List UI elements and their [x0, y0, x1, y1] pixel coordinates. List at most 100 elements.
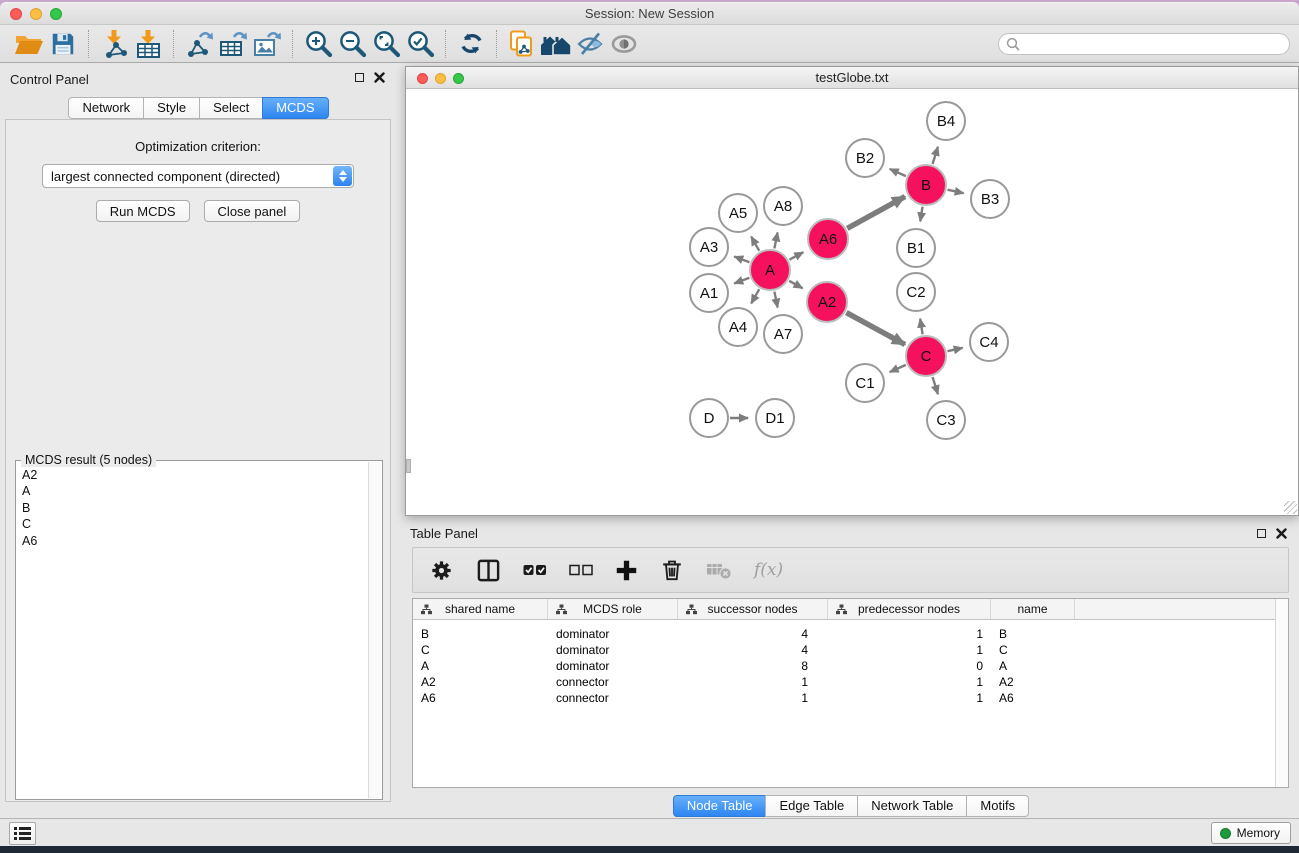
column-header-name[interactable]: name — [991, 599, 1075, 619]
trash-icon — [660, 557, 684, 583]
search-input[interactable] — [1021, 35, 1289, 53]
table-row-b[interactable]: Bdominator41B — [413, 626, 1288, 642]
deselect-all-columns-button[interactable] — [569, 564, 593, 576]
window-resize-grip[interactable] — [1284, 501, 1297, 514]
graph-node-A6[interactable]: A6 — [808, 219, 848, 259]
home-view-button[interactable] — [539, 28, 573, 60]
mcds-result-item[interactable]: A2 — [18, 467, 366, 483]
graph-node-B2[interactable]: B2 — [846, 139, 884, 177]
column-type-icon — [836, 604, 847, 615]
export-network-button[interactable] — [182, 28, 216, 60]
right-side: testGlobe.txt B4B2BB3A8A5A6A3B1AA1C2A2A4… — [397, 64, 1299, 818]
graph-node-A[interactable]: A — [750, 250, 790, 290]
table-tab-node-table[interactable]: Node Table — [673, 795, 767, 817]
graph-node-A7[interactable]: A7 — [764, 315, 802, 353]
mcds-buttons: Run MCDS Close panel — [6, 200, 390, 222]
split-table-button[interactable] — [476, 558, 501, 583]
save-session-button[interactable] — [46, 28, 80, 60]
mcds-result-item[interactable]: C — [18, 516, 366, 532]
graph-node-D[interactable]: D — [690, 399, 728, 437]
open-session-button[interactable] — [12, 28, 46, 60]
zoom-in-button[interactable] — [301, 28, 335, 60]
show-graphics-details-button[interactable] — [607, 28, 641, 60]
graph-node-label: A5 — [729, 205, 747, 222]
graph-node-A4[interactable]: A4 — [719, 308, 757, 346]
mcds-result-item[interactable]: A — [18, 483, 366, 499]
graph-node-C[interactable]: C — [906, 336, 946, 376]
graph-node-A2[interactable]: A2 — [807, 282, 847, 322]
tab-network[interactable]: Network — [68, 97, 144, 119]
hide-graphics-details-button[interactable] — [573, 28, 607, 60]
table-row-a6[interactable]: A6connector11A6 — [413, 690, 1288, 706]
table-scrollbar[interactable] — [1275, 599, 1288, 787]
export-image-button[interactable] — [250, 28, 284, 60]
graph-node-A5[interactable]: A5 — [719, 194, 757, 232]
table-tab-network-table[interactable]: Network Table — [857, 795, 967, 817]
mcds-result-item[interactable]: B — [18, 500, 366, 516]
column-header-mcds-role[interactable]: MCDS role — [548, 599, 678, 619]
graph-node-A3[interactable]: A3 — [690, 228, 728, 266]
run-mcds-button[interactable]: Run MCDS — [96, 200, 190, 222]
graph-node-C1[interactable]: C1 — [846, 364, 884, 402]
table-row-a2[interactable]: A2connector11A2 — [413, 674, 1288, 690]
column-header-label: shared name — [445, 602, 515, 616]
zoom-out-button[interactable] — [335, 28, 369, 60]
cell-mcds_role: dominator — [548, 642, 678, 658]
network-window-titlebar: testGlobe.txt — [406, 67, 1298, 89]
tab-style[interactable]: Style — [143, 97, 200, 119]
criterion-dropdown[interactable]: largest connected component (directed) — [42, 164, 354, 188]
export-table-button[interactable] — [216, 28, 250, 60]
tab-mcds[interactable]: MCDS — [262, 97, 328, 119]
import-network-button[interactable] — [97, 28, 131, 60]
graph-node-A1[interactable]: A1 — [690, 274, 728, 312]
graph-node-C4[interactable]: C4 — [970, 323, 1008, 361]
graph-node-C2[interactable]: C2 — [897, 273, 935, 311]
delete-column-button[interactable] — [660, 557, 684, 583]
graph-node-label: B2 — [856, 150, 874, 167]
memory-button[interactable]: Memory — [1211, 822, 1291, 844]
delete-table-button[interactable] — [706, 559, 732, 581]
window-list-button[interactable] — [9, 822, 36, 845]
close-panel-icon[interactable] — [1276, 528, 1287, 539]
cell-successor_nodes: 4 — [678, 642, 828, 658]
column-header-shared-name[interactable]: shared name — [413, 599, 548, 619]
graph-edge-A-A1 — [734, 278, 749, 284]
mcds-result-item[interactable]: A6 — [18, 533, 366, 549]
table-row-c[interactable]: Cdominator41C — [413, 642, 1288, 658]
close-panel-icon[interactable] — [374, 72, 385, 83]
column-header-successor-nodes[interactable]: successor nodes — [678, 599, 828, 619]
select-all-columns-button[interactable] — [523, 564, 547, 576]
float-panel-icon[interactable] — [355, 73, 364, 82]
toolbar-separator — [445, 30, 446, 58]
float-panel-icon[interactable] — [1257, 529, 1266, 538]
result-scrollbar[interactable] — [368, 462, 381, 798]
import-table-button[interactable] — [131, 28, 165, 60]
graph-node-B3[interactable]: B3 — [971, 180, 1009, 218]
graph-node-B[interactable]: B — [906, 165, 946, 205]
zoom-selected-button[interactable] — [403, 28, 437, 60]
column-header-predecessor-nodes[interactable]: predecessor nodes — [828, 599, 991, 619]
table-tab-edge-table[interactable]: Edge Table — [765, 795, 858, 817]
graph-node-A8[interactable]: A8 — [764, 187, 802, 225]
table-settings-button[interactable] — [429, 558, 454, 583]
tab-select[interactable]: Select — [199, 97, 263, 119]
close-panel-button[interactable]: Close panel — [204, 200, 301, 222]
graph-node-D1[interactable]: D1 — [756, 399, 794, 437]
table-row-a[interactable]: Adominator80A — [413, 658, 1288, 674]
search-field[interactable] — [998, 33, 1290, 55]
clone-network-button[interactable] — [505, 28, 539, 60]
graph-node-B4[interactable]: B4 — [927, 102, 965, 140]
table-tab-motifs[interactable]: Motifs — [966, 795, 1029, 817]
save-floppy-icon — [50, 31, 76, 57]
function-builder-button[interactable]: f(x) — [754, 560, 783, 580]
graph-node-C3[interactable]: C3 — [927, 401, 965, 439]
graph-node-B1[interactable]: B1 — [897, 229, 935, 267]
main-toolbar — [0, 25, 1299, 63]
zoom-in-icon — [304, 29, 333, 58]
add-column-button[interactable] — [615, 559, 638, 582]
cell-name: A — [991, 658, 1075, 674]
window-edge-grip[interactable] — [406, 459, 411, 473]
zoom-fit-button[interactable] — [369, 28, 403, 60]
refresh-view-button[interactable] — [454, 28, 488, 60]
network-canvas[interactable]: B4 B2 B B3 A8 A5 A6 A3 B1 A A1 C2 A2 A4A7 C4 C C1 D D1 C3 — [406, 89, 1298, 515]
